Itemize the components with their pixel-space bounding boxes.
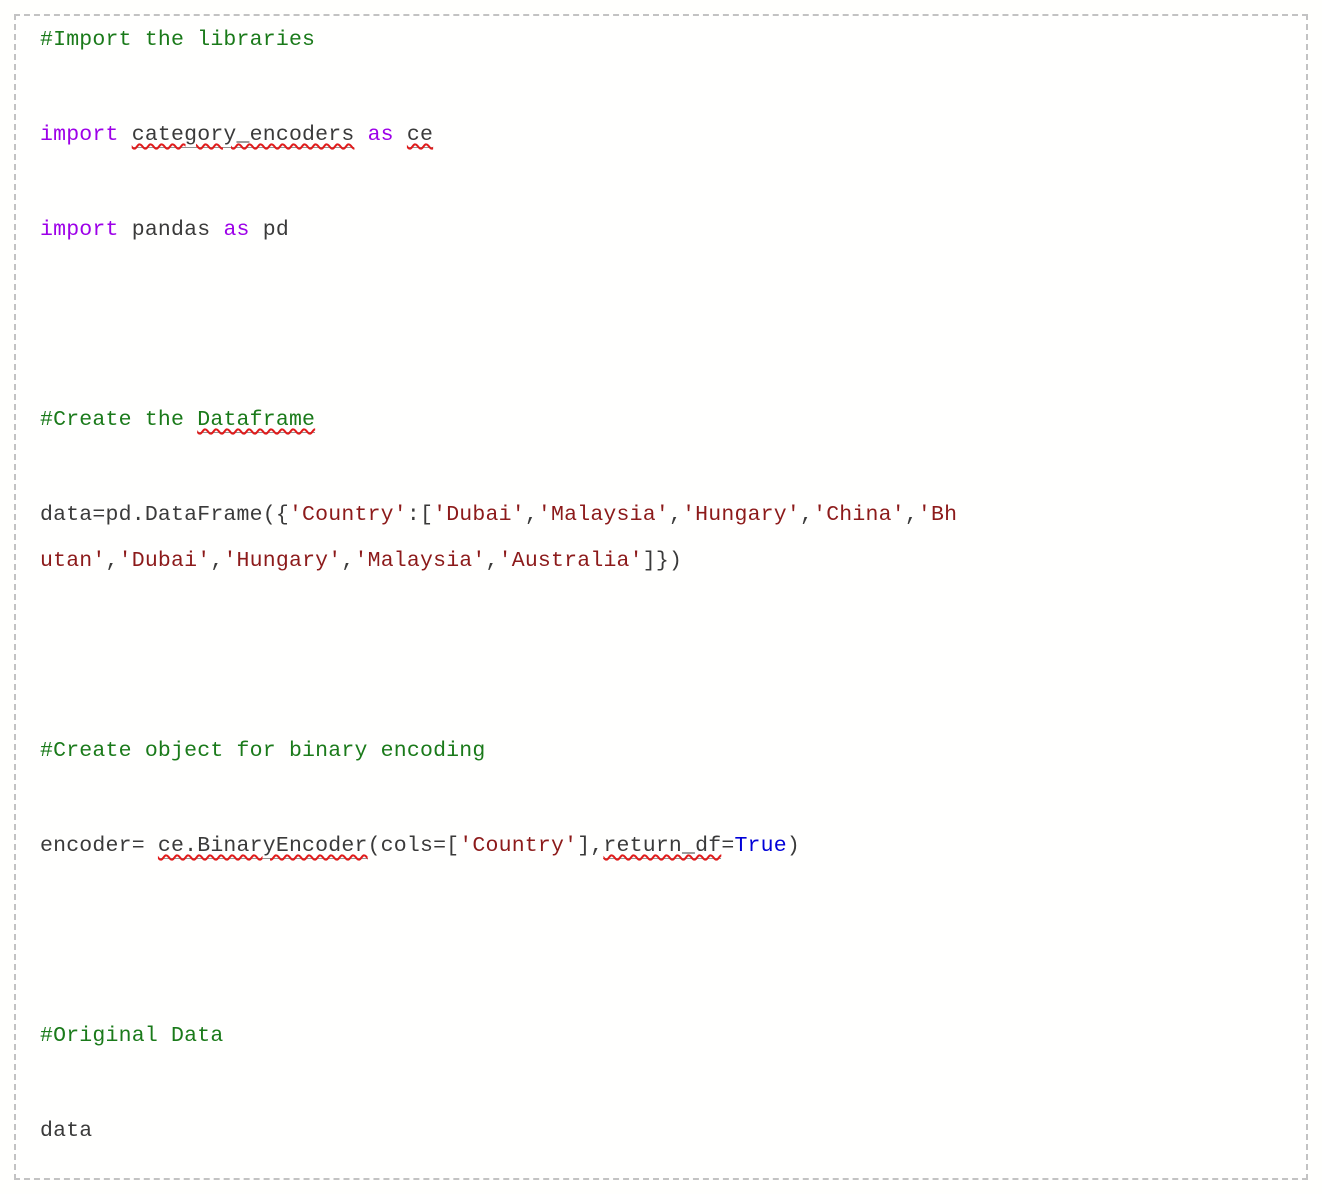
code-token-misspelled: Dataframe [197,408,316,433]
code-token: #Create object for binary encoding [40,739,486,763]
code-line-import-pandas[interactable]: import pandas as pd [40,216,1296,264]
code-token: import [40,123,132,147]
code-token: utan' [40,549,106,573]
code-token: 'Malaysia' [537,503,669,527]
code-token: (cols=[ [367,834,460,858]
code-token: = [721,834,735,858]
code-token: ]}) [642,549,683,573]
code-line-create-dataframe-stmt-continuation[interactable]: utan','Dubai','Hungary','Malaysia','Aust… [40,547,1296,595]
code-token: encoder= [40,834,158,858]
code-token: 'Country' [288,503,407,527]
code-line-import-category-encoders[interactable]: import category_encoders as ce [40,121,1296,169]
code-token: , [105,549,119,573]
code-token: 'China' [813,503,905,527]
code-token: 'Country' [459,834,578,858]
code-token: #Original Data [40,1024,224,1048]
code-token: as [223,218,250,242]
dashed-code-border: #Import the libraries import category_en… [14,14,1308,1180]
code-token: , [799,503,814,527]
code-token: as [367,123,394,147]
code-token: pd [249,218,289,242]
code-token: True [734,834,787,858]
code-token: , [904,503,918,527]
code-token: , [341,549,355,573]
code-token: 'Australia' [498,549,643,573]
code-line-data-expr[interactable]: data [40,1117,1296,1165]
code-line-comment-import-libraries[interactable]: #Import the libraries [40,26,1296,74]
code-token: 'Hungary' [682,503,800,527]
code-token: 'Hungary' [223,549,342,573]
code-token: pandas [131,218,224,242]
code-token: ], [577,834,604,858]
code-token-misspelled: return_df [603,834,722,859]
code-line-create-dataframe-stmt[interactable]: data=pd.DataFrame({'Country':['Dubai','M… [40,501,1296,547]
code-listing[interactable]: #Import the libraries import category_en… [40,26,1296,1165]
code-line-comment-create-dataframe[interactable]: #Create the Dataframe [40,406,1296,454]
code-token: import [40,218,132,242]
code-token: ) [786,834,800,858]
code-token: , [668,503,683,527]
code-line-comment-create-object-binary-encoding[interactable]: #Create object for binary encoding [40,737,1296,785]
code-token: , [210,549,224,573]
code-token-misspelled: ce.BinaryEncoder [157,834,368,859]
code-token: 'Bh [917,503,958,527]
code-token: 'Dubai' [433,503,525,527]
code-token: data [40,1119,93,1143]
code-snippet-page: #Import the libraries import category_en… [0,0,1322,1194]
code-token-misspelled: ce [406,123,434,148]
code-token: data=pd.DataFrame({ [40,503,289,527]
code-token: , [485,549,499,573]
code-token: , [524,503,538,527]
code-token: #Import the libraries [40,28,316,52]
code-token: :[ [406,503,434,527]
code-line-comment-original-data[interactable]: #Original Data [40,1022,1296,1070]
code-line-encoder-stmt[interactable]: encoder= ce.BinaryEncoder(cols=['Country… [40,832,1296,880]
code-token: #Create the [40,408,198,432]
code-token: 'Dubai' [118,549,211,573]
code-token: 'Malaysia' [354,549,486,573]
code-token-misspelled: category_encoders [131,123,355,148]
